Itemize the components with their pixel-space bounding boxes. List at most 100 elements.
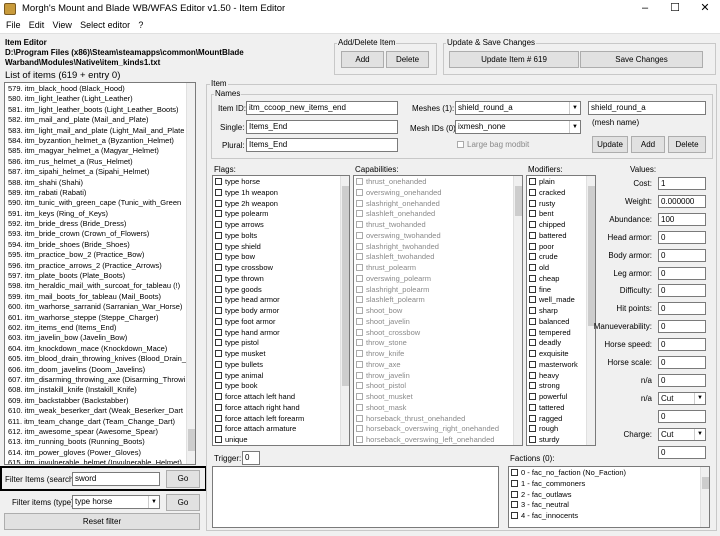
flag-checkbox[interactable]: type 1h weapon [213,188,339,199]
modifier-checkbox[interactable]: masterwork [527,360,585,371]
scrollbar-thumb[interactable] [342,186,349,386]
large-bag-checkbox[interactable]: Large bag modbit [457,140,529,149]
capability-checkbox[interactable]: throw_axe [354,360,512,371]
capability-checkbox[interactable]: overswing_polearm [354,274,512,285]
capability-checkbox[interactable]: thrust_polearm [354,263,512,274]
scrollbar-thumb[interactable] [702,477,709,489]
modifier-checkbox[interactable]: bent [527,209,585,220]
faction-checkbox[interactable]: 4 - fac_innocents [509,511,699,522]
list-item[interactable]: 590. itm_tunic_with_green_cape (Tunic_wi… [5,198,186,208]
capability-checkbox[interactable]: horseback_thrust_onehanded [354,414,512,425]
list-item[interactable]: 613. itm_running_boots (Running_Boots) [5,437,186,447]
modifier-checkbox[interactable]: ragged [527,414,585,425]
value-input[interactable]: 0 [658,302,706,316]
value-input[interactable]: 100 [658,212,706,226]
list-item[interactable]: 596. itm_practice_arrows_2 (Practice_Arr… [5,261,186,271]
capability-checkbox[interactable]: throw_javelin [354,371,512,382]
capability-checkbox[interactable]: slashright_polearm [354,285,512,296]
list-item[interactable]: 586. itm_rus_helmet_a (Rus_Helmet) [5,157,186,167]
value-input[interactable]: 0 [658,230,706,244]
modifier-checkbox[interactable]: well_made [527,295,585,306]
capability-checkbox[interactable]: throw_stone [354,338,512,349]
flag-checkbox[interactable]: type pistol [213,338,339,349]
list-item[interactable]: 609. itm_backstabber (Backstabber) [5,396,186,406]
capability-checkbox[interactable]: overswing_onehanded [354,188,512,199]
single-name-input[interactable]: Items_End [246,120,398,134]
list-item[interactable]: 592. itm_bride_dress (Bride_Dress) [5,219,186,229]
menu-view[interactable]: View [53,18,72,32]
capability-checkbox[interactable]: slashleft_twohanded [354,252,512,263]
items-list-scrollbar[interactable] [186,83,195,464]
value-input[interactable]: 0 [658,320,706,334]
flag-checkbox[interactable]: type shield [213,242,339,253]
value-input[interactable]: 0.000000 [658,194,706,208]
list-item[interactable]: 601. itm_warhorse_steppe (Steppe_Charger… [5,313,186,323]
list-item[interactable]: 606. itm_doom_javelins (Doom_Javelins) [5,365,186,375]
value-input[interactable]: 0 [658,266,706,280]
capability-checkbox[interactable]: slashleft_polearm [354,295,512,306]
capability-checkbox[interactable]: shoot_crossbow [354,328,512,339]
item-id-input[interactable]: itm_ccoop_new_items_end [246,101,398,115]
list-item[interactable]: 582. itm_mail_and_plate (Mail_and_Plate) [5,115,186,125]
capability-checkbox[interactable]: shoot_javelin [354,317,512,328]
modifier-checkbox[interactable]: rusty [527,199,585,210]
capability-checkbox[interactable]: shoot_pistol [354,381,512,392]
flag-checkbox[interactable]: type body armor [213,306,339,317]
list-item[interactable]: 580. itm_light_leather (Light_Leather) [5,94,186,104]
list-item[interactable]: 604. itm_knockdown_mace (Knockdown_Mace) [5,344,186,354]
list-item[interactable]: 587. itm_sipahi_helmet_a (Sipahi_Helmet) [5,167,186,177]
modifiers-scrollbar[interactable] [586,176,595,445]
scrollbar-thumb[interactable] [588,186,595,326]
plural-name-input[interactable]: Items_End [246,138,398,152]
filter-search-input[interactable]: sword [72,472,160,486]
filter-type-go-button[interactable]: Go [166,494,200,511]
mesh-dropdown[interactable]: shield_round_a ▼ [455,101,581,115]
menu-edit[interactable]: Edit [29,18,45,32]
capability-checkbox[interactable]: slashright_onehanded [354,199,512,210]
list-item[interactable]: 611. itm_team_change_dart (Team_Change_D… [5,417,186,427]
capability-checkbox[interactable]: slashright_twohanded [354,242,512,253]
menu-help[interactable]: ? [138,18,143,32]
list-item[interactable]: 612. itm_awesome_spear (Awesome_Spear) [5,427,186,437]
list-item[interactable]: 615. itm_invulnerable_helmet (Invulnerab… [5,458,186,464]
flag-checkbox[interactable]: type musket [213,349,339,360]
list-item[interactable]: 598. itm_heraldic_mail_with_surcoat_for_… [5,281,186,291]
modifier-checkbox[interactable]: balanced [527,317,585,328]
list-item[interactable]: 599. itm_mail_boots_for_tableau (Mail_Bo… [5,292,186,302]
modifier-checkbox[interactable]: battered [527,231,585,242]
faction-checkbox[interactable]: 2 - fac_outlaws [509,490,699,501]
menu-select-editor[interactable]: Select editor [80,18,130,32]
modifier-checkbox[interactable]: crude [527,252,585,263]
modifier-checkbox[interactable]: cracked [527,188,585,199]
trigger-text-area[interactable] [212,466,499,528]
value-dropdown[interactable]: Cut ▼ [658,391,706,405]
value-input[interactable]: 0 [658,338,706,352]
list-item[interactable]: 585. itm_magyar_helmet_a (Magyar_Helmet) [5,146,186,156]
value-input[interactable]: 0 [658,409,706,423]
list-item[interactable]: 589. itm_rabati (Rabati) [5,188,186,198]
faction-checkbox[interactable]: 1 - fac_commoners [509,479,699,490]
filter-search-go-button[interactable]: Go [166,470,200,488]
modifier-checkbox[interactable]: heavy [527,371,585,382]
list-item[interactable]: 614. itm_power_gloves (Power_Gloves) [5,448,186,458]
maximize-button[interactable]: ☐ [660,0,690,18]
mesh-update-button[interactable]: Update [592,136,628,153]
flags-list[interactable]: type horse type 1h weapon type 2h weapon ty… [212,175,350,446]
update-item-button[interactable]: Update Item # 619 [449,51,579,68]
list-item[interactable]: 594. itm_bride_shoes (Bride_Shoes) [5,240,186,250]
list-item[interactable]: 608. itm_instakill_knife (Instakill_Knif… [5,385,186,395]
capability-checkbox[interactable]: throw_knife [354,349,512,360]
value-dropdown[interactable]: Cut ▼ [658,427,706,441]
capability-checkbox[interactable]: horseback_overswing_left_onehanded [354,435,512,445]
list-item[interactable]: 591. itm_keys (Ring_of_Keys) [5,209,186,219]
capabilities-list[interactable]: thrust_onehanded overswing_onehanded slash… [353,175,523,446]
flag-checkbox[interactable]: type thrown [213,274,339,285]
modifier-checkbox[interactable]: tattered [527,403,585,414]
list-item[interactable]: 579. itm_black_hood (Black_Hood) [5,84,186,94]
modifier-checkbox[interactable]: powerful [527,392,585,403]
value-input[interactable]: 0 [658,445,706,459]
reset-filter-button[interactable]: Reset filter [4,513,200,530]
list-item[interactable]: 602. itm_items_end (Items_End) [5,323,186,333]
add-item-button[interactable]: Add [341,51,384,68]
list-item[interactable]: 593. itm_bride_crown (Crown_of_Flowers) [5,229,186,239]
